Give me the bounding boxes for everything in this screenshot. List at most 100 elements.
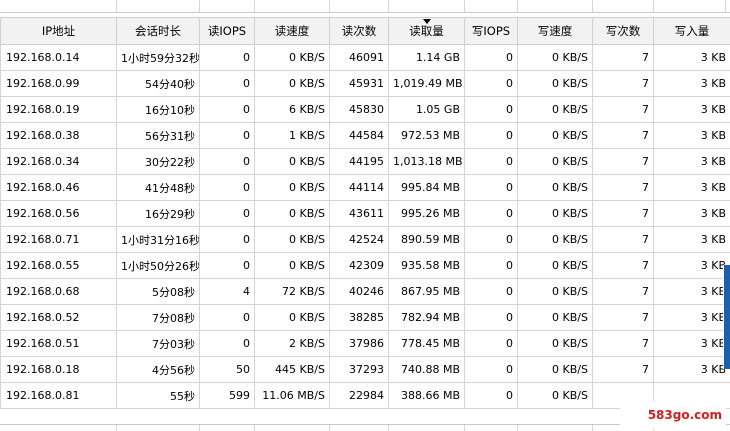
- table-row[interactable]: 192.168.0.55 1小时50分26秒 0 0 KB/S 42309 935.58 …: [0, 252, 730, 279]
- table-row[interactable]: 192.168.0.14 1小时59分32秒 0 0 KB/S 46091 1.14 GB…: [0, 44, 730, 71]
- cell-read-count: 44195: [329, 148, 389, 175]
- table-row[interactable]: 192.168.0.51 7分03秒 0 2 KB/S 37986 778.45 MB 0 0…: [0, 330, 730, 357]
- cell-write-speed: 0 KB/S: [517, 356, 593, 383]
- table-row[interactable]: 192.168.0.56 16分29秒 0 0 KB/S 43611 995.26 MB 0…: [0, 200, 730, 227]
- cell-session: 55秒: [116, 382, 200, 409]
- cell-read-iops: 0: [199, 252, 255, 279]
- cell-session: 41分48秒: [116, 174, 200, 201]
- cell-write-count: 7: [592, 44, 654, 71]
- cell-read-speed: 6 KB/S: [254, 96, 330, 123]
- column-header-write-count[interactable]: 写次数: [592, 17, 654, 45]
- cell-write-iops: 0: [464, 122, 518, 149]
- session-io-table: IP地址 会话时长 读IOPS 读速度 读次数 读取量 写IOPS 写速度 写次数 写入量 192…: [0, 17, 730, 409]
- cell-read-speed: 0 KB/S: [254, 304, 330, 331]
- cell-ip: 192.168.0.52: [0, 304, 117, 331]
- table-row[interactable]: 192.168.0.19 16分10秒 0 6 KB/S 45830 1.05 GB 0 0 …: [0, 96, 730, 123]
- cell-read-amount: 890.59 MB: [388, 226, 465, 253]
- cell-read-iops: 0: [199, 330, 255, 357]
- cell-session: 7分08秒: [116, 304, 200, 331]
- cell-write-speed: 0 KB/S: [517, 44, 593, 71]
- column-header-write-iops[interactable]: 写IOPS: [464, 17, 518, 45]
- cell-write-amount: 3 KB: [653, 226, 730, 253]
- cell-read-count: 37293: [329, 356, 389, 383]
- cell-write-count: 7: [592, 174, 654, 201]
- cell-ip: 192.168.0.19: [0, 96, 117, 123]
- cell-write-iops: 0: [464, 226, 518, 253]
- cell-write-count: 7: [592, 278, 654, 305]
- cell-read-iops: 0: [199, 200, 255, 227]
- table-row[interactable]: 192.168.0.46 41分48秒 0 0 KB/S 44114 995.84 MB 0…: [0, 174, 730, 201]
- cell-session: 5分08秒: [116, 278, 200, 305]
- cell-ip: 192.168.0.56: [0, 200, 117, 227]
- cell-read-iops: 4: [199, 278, 255, 305]
- cell-write-speed: 0 KB/S: [517, 200, 593, 227]
- cell-read-amount: 1.14 GB: [388, 44, 465, 71]
- cell-read-speed: 11.06 MB/S: [254, 382, 330, 409]
- cell-read-amount: 972.53 MB: [388, 122, 465, 149]
- cell-read-iops: 0: [199, 148, 255, 175]
- column-header-read-count[interactable]: 读次数: [329, 17, 389, 45]
- cell-write-iops: 0: [464, 44, 518, 71]
- cell-write-speed: 0 KB/S: [517, 278, 593, 305]
- table-row[interactable]: 192.168.0.68 5分08秒 4 72 KB/S 40246 867.95 MB 0…: [0, 278, 730, 305]
- table-row[interactable]: 192.168.0.52 7分08秒 0 0 KB/S 38285 782.94 MB 0 0…: [0, 304, 730, 331]
- cell-write-iops: 0: [464, 200, 518, 227]
- column-header-read-iops[interactable]: 读IOPS: [199, 17, 255, 45]
- cell-read-count: 45830: [329, 96, 389, 123]
- cell-read-count: 42524: [329, 226, 389, 253]
- cell-read-speed: 445 KB/S: [254, 356, 330, 383]
- table-row[interactable]: 192.168.0.34 30分22秒 0 0 KB/S 44195 1,013.18 M…: [0, 148, 730, 175]
- cell-write-iops: 0: [464, 70, 518, 97]
- cell-ip: 192.168.0.99: [0, 70, 117, 97]
- cell-read-iops: 0: [199, 96, 255, 123]
- cell-write-iops: 0: [464, 174, 518, 201]
- column-header-session[interactable]: 会话时长: [116, 17, 200, 45]
- cell-read-amount: 388.66 MB: [388, 382, 465, 409]
- cell-read-count: 44584: [329, 122, 389, 149]
- cell-write-amount: 3 KB: [653, 96, 730, 123]
- cell-session: 1小时31分16秒: [116, 226, 200, 253]
- scrollbar-thumb[interactable]: [723, 265, 730, 369]
- column-header-read-speed[interactable]: 读速度: [254, 17, 330, 45]
- cell-read-count: 22984: [329, 382, 389, 409]
- cell-write-amount: 3 KB: [653, 304, 730, 331]
- column-header-write-speed[interactable]: 写速度: [517, 17, 593, 45]
- cell-write-iops: 0: [464, 304, 518, 331]
- cell-read-speed: 72 KB/S: [254, 278, 330, 305]
- cell-write-amount: 3 KB: [653, 252, 730, 279]
- cell-read-amount: 995.84 MB: [388, 174, 465, 201]
- cell-write-count: 7: [592, 96, 654, 123]
- cell-ip: 192.168.0.81: [0, 382, 117, 409]
- column-header-read-amount[interactable]: 读取量: [388, 17, 465, 45]
- cell-read-amount: 778.45 MB: [388, 330, 465, 357]
- table-row[interactable]: 192.168.0.18 4分56秒 50 445 KB/S 37293 740.88 M…: [0, 356, 730, 383]
- cell-write-amount: 3 KB: [653, 174, 730, 201]
- cell-read-iops: 0: [199, 70, 255, 97]
- cell-ip: 192.168.0.38: [0, 122, 117, 149]
- cell-read-speed: 0 KB/S: [254, 70, 330, 97]
- table-row[interactable]: 192.168.0.38 56分31秒 0 1 KB/S 44584 972.53 MB 0…: [0, 122, 730, 149]
- cell-session: 54分40秒: [116, 70, 200, 97]
- cell-read-count: 43611: [329, 200, 389, 227]
- cell-write-amount: 3 KB: [653, 44, 730, 71]
- cell-session: 16分29秒: [116, 200, 200, 227]
- io-monitor-window: IP地址 会话时长 读IOPS 读速度 读次数 读取量 写IOPS 写速度 写次数 写入量 192…: [0, 0, 730, 431]
- cell-read-amount: 1.05 GB: [388, 96, 465, 123]
- cell-write-speed: 0 KB/S: [517, 96, 593, 123]
- cell-write-count: 7: [592, 148, 654, 175]
- cell-ip: 192.168.0.68: [0, 278, 117, 305]
- column-header-ip[interactable]: IP地址: [0, 17, 117, 45]
- cell-read-count: 45931: [329, 70, 389, 97]
- cell-write-speed: 0 KB/S: [517, 304, 593, 331]
- cell-read-count: 37986: [329, 330, 389, 357]
- cell-ip: 192.168.0.34: [0, 148, 117, 175]
- table-row[interactable]: 192.168.0.99 54分40秒 0 0 KB/S 45931 1,019.49 M…: [0, 70, 730, 97]
- cell-write-iops: 0: [464, 96, 518, 123]
- table-row[interactable]: 192.168.0.71 1小时31分16秒 0 0 KB/S 42524 890.59 …: [0, 226, 730, 253]
- cell-read-speed: 1 KB/S: [254, 122, 330, 149]
- cell-ip: 192.168.0.46: [0, 174, 117, 201]
- column-header-write-amount[interactable]: 写入量: [653, 17, 730, 45]
- cell-write-count: 7: [592, 226, 654, 253]
- cell-write-speed: 0 KB/S: [517, 174, 593, 201]
- cell-read-count: 38285: [329, 304, 389, 331]
